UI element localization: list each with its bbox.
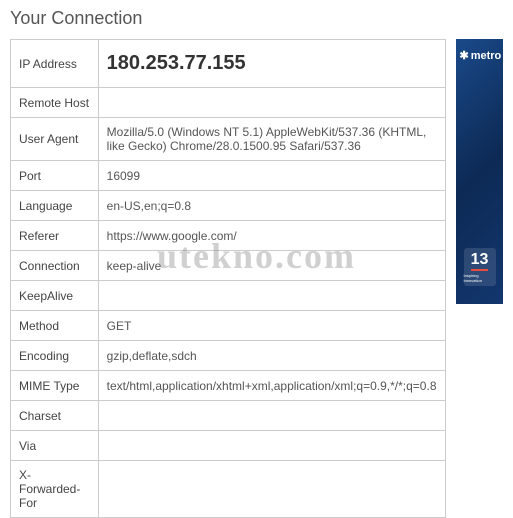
row-value <box>98 401 445 431</box>
row-label: Via <box>11 431 99 461</box>
row-label: Referer <box>11 221 99 251</box>
row-label: KeepAlive <box>11 281 99 311</box>
ad-badge-text: 13 <box>471 252 489 271</box>
content-wrapper: IP Address180.253.77.155Remote HostUser … <box>10 39 503 518</box>
row-label: Charset <box>11 401 99 431</box>
row-value: en-US,en;q=0.8 <box>98 191 445 221</box>
row-value <box>98 281 445 311</box>
row-label: Remote Host <box>11 88 99 118</box>
table-row: Connectionkeep-alive <box>11 251 446 281</box>
connection-details-table: IP Address180.253.77.155Remote HostUser … <box>10 39 446 518</box>
row-value: text/html,application/xhtml+xml,applicat… <box>98 371 445 401</box>
table-row: X-Forwarded-For <box>11 461 446 518</box>
table-row: Port16099 <box>11 161 446 191</box>
row-value: 16099 <box>98 161 445 191</box>
table-row: Charset <box>11 401 446 431</box>
table-row: Encodinggzip,deflate,sdch <box>11 341 446 371</box>
row-label: IP Address <box>11 40 99 88</box>
ad-logo: metro <box>460 49 502 62</box>
row-value: https://www.google.com/ <box>98 221 445 251</box>
row-value: keep-alive <box>98 251 445 281</box>
row-label: Method <box>11 311 99 341</box>
row-label: Encoding <box>11 341 99 371</box>
table-row: MIME Typetext/html,application/xhtml+xml… <box>11 371 446 401</box>
row-label: Language <box>11 191 99 221</box>
row-value <box>98 431 445 461</box>
row-label: MIME Type <box>11 371 99 401</box>
row-value: Mozilla/5.0 (Windows NT 5.1) AppleWebKit… <box>98 118 445 161</box>
table-row: KeepAlive <box>11 281 446 311</box>
ad-badge-sub: Inspiring Innovation <box>464 273 496 283</box>
table-row: Via <box>11 431 446 461</box>
table-row: Remote Host <box>11 88 446 118</box>
row-value <box>98 88 445 118</box>
table-row: IP Address180.253.77.155 <box>11 40 446 88</box>
row-label: X-Forwarded-For <box>11 461 99 518</box>
sidebar-ad[interactable]: metro 13 Inspiring Innovation <box>456 39 504 304</box>
row-label: User Agent <box>11 118 99 161</box>
row-label: Connection <box>11 251 99 281</box>
table-row: User AgentMozilla/5.0 (Windows NT 5.1) A… <box>11 118 446 161</box>
row-label: Port <box>11 161 99 191</box>
row-value: gzip,deflate,sdch <box>98 341 445 371</box>
row-value: 180.253.77.155 <box>98 40 445 88</box>
row-value: GET <box>98 311 445 341</box>
table-row: Languageen-US,en;q=0.8 <box>11 191 446 221</box>
table-row: Refererhttps://www.google.com/ <box>11 221 446 251</box>
page-title: Your Connection <box>10 8 503 29</box>
table-row: MethodGET <box>11 311 446 341</box>
ad-badge: 13 Inspiring Innovation <box>464 248 496 286</box>
row-value <box>98 461 445 518</box>
